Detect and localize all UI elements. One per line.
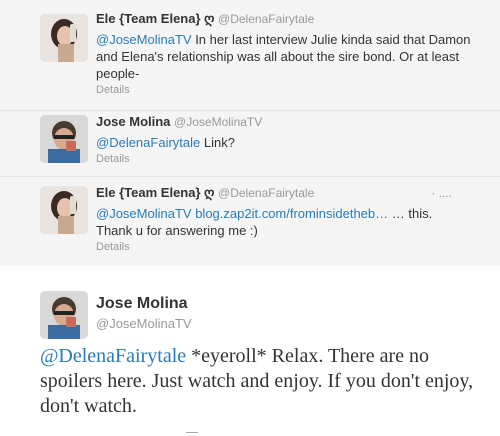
reply-tweet: Ele {Team Elena} ღ @DelenaFairytale @Jos…	[0, 0, 500, 111]
author-name[interactable]: Ele {Team Elena}	[96, 185, 201, 200]
tweet-text: @JoseMolinaTV blog.zap2it.com/frominside…	[96, 206, 433, 238]
reply-tweet: Ele {Team Elena} ღ @DelenaFairytale · ..…	[0, 177, 500, 266]
main-tweet: Jose Molina @JoseMolinaTV @DelenaFairyta…	[0, 266, 500, 436]
mention-link[interactable]: @DelenaFairytale	[40, 345, 186, 367]
details-link[interactable]: Details	[96, 153, 490, 165]
name-symbol: ღ	[204, 11, 215, 26]
avatar[interactable]	[40, 14, 88, 62]
details-link[interactable]: Details	[96, 84, 490, 96]
author-name[interactable]: Ele {Team Elena}	[96, 11, 201, 26]
author-name[interactable]: Jose Molina	[96, 295, 188, 313]
divider	[186, 432, 198, 433]
author-handle[interactable]: @DelenaFairytale	[218, 186, 314, 200]
name-symbol: ღ	[204, 185, 215, 200]
tweet-text: @JoseMolinaTV In her last interview Juli…	[96, 32, 471, 81]
tweet-text: @DelenaFairytale Link?	[96, 135, 235, 150]
details-link[interactable]: Details	[96, 241, 490, 253]
tweet-text-line2: Thank u for answering me :)	[96, 223, 258, 238]
author-handle[interactable]: @DelenaFairytale	[218, 12, 314, 26]
url-link[interactable]: blog.zap2it.com/frominsidetheb…	[195, 206, 388, 221]
reply-tweet: Jose Molina @JoseMolinaTV @DelenaFairyta…	[0, 111, 500, 177]
author-name[interactable]: Jose Molina	[96, 114, 170, 129]
avatar[interactable]	[40, 186, 88, 234]
avatar[interactable]	[40, 291, 88, 339]
avatar[interactable]	[40, 115, 88, 163]
mention-link[interactable]: @JoseMolinaTV	[96, 32, 192, 47]
mention-link[interactable]: @DelenaFairytale	[96, 135, 200, 150]
author-handle[interactable]: @JoseMolinaTV	[174, 115, 262, 129]
mention-link[interactable]: @JoseMolinaTV	[96, 206, 192, 221]
author-handle[interactable]: @JoseMolinaTV	[96, 316, 192, 331]
overflow-dots: · ....	[431, 186, 452, 200]
tweet-text: @DelenaFairytale *eyeroll* Relax. There …	[40, 345, 474, 417]
